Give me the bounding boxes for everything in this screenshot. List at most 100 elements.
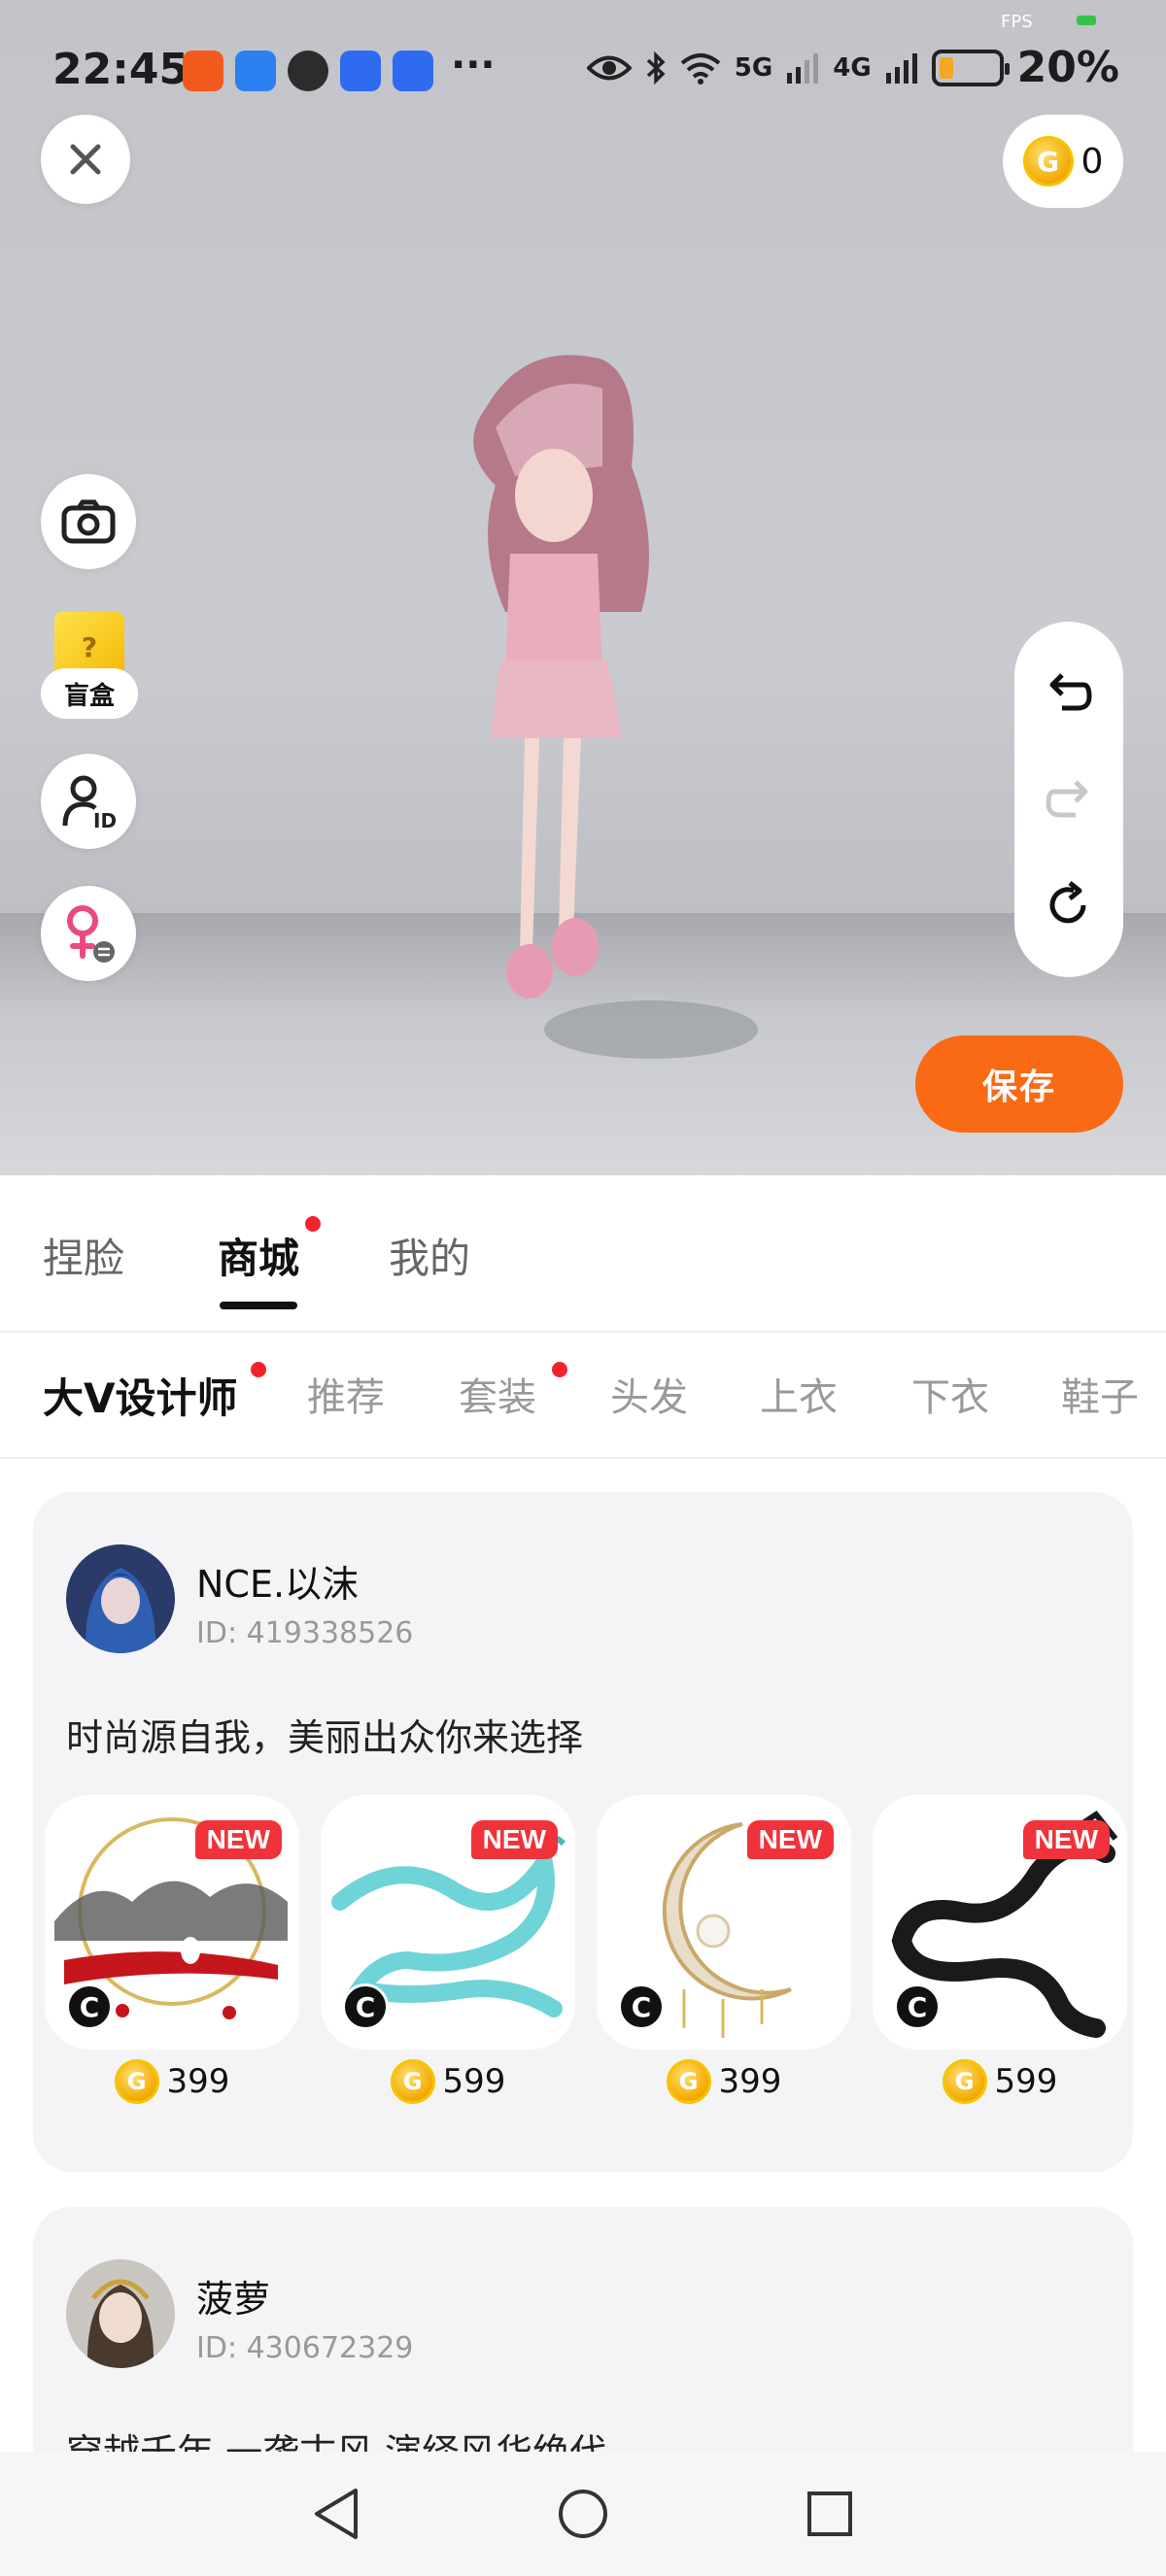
- recents-button[interactable]: [799, 2483, 861, 2545]
- category-tab-recommend[interactable]: 推荐: [307, 1366, 385, 1422]
- item-price-value: 599: [442, 2062, 506, 2101]
- category-tab-bar: 大V设计师 推荐 套装 头发 上衣 下衣 鞋子: [0, 1333, 1166, 1459]
- recents-square-icon: [807, 2491, 852, 2536]
- baidu-icon: [340, 51, 381, 91]
- redo-icon: [1046, 780, 1088, 818]
- new-badge: NEW: [470, 1820, 558, 1859]
- save-button[interactable]: 保存: [915, 1035, 1123, 1133]
- designer-avatar-image: [66, 1544, 175, 1653]
- coin-balance[interactable]: G 0: [1003, 115, 1123, 208]
- camera-button[interactable]: [41, 474, 136, 569]
- shop-item[interactable]: NEW C G 399: [45, 1795, 299, 2104]
- designer-name[interactable]: 菠萝: [196, 2269, 270, 2322]
- tab-face[interactable]: 捏脸: [43, 1226, 124, 1285]
- blind-box-button[interactable]: ? 盲盒: [41, 602, 138, 719]
- category-tab-shoes[interactable]: 鞋子: [1061, 1366, 1139, 1422]
- item-thumbnail: NEW C: [873, 1795, 1127, 2050]
- designer-tab-dot: [251, 1362, 266, 1377]
- refresh-icon: [1049, 881, 1086, 924]
- copyright-icon: C: [66, 1983, 113, 2030]
- notification-icons: [183, 51, 433, 91]
- copyright-icon: C: [342, 1983, 389, 2030]
- camera-icon: [61, 499, 116, 544]
- designer-card[interactable]: NCE.以沫 ID: 419338526 时尚源自我，美丽出众你来选择 NEW …: [33, 1492, 1133, 2172]
- blind-box-label: 盲盒: [41, 668, 138, 719]
- network-4g-label: 4G: [833, 52, 872, 83]
- copyright-icon: C: [618, 1983, 665, 2030]
- home-circle-icon: [559, 2490, 607, 2538]
- tab-shop[interactable]: 商城: [218, 1226, 299, 1285]
- status-time: 22:45: [52, 45, 189, 94]
- designer-description: 时尚源自我，美丽出众你来选择: [66, 1716, 584, 1759]
- eye-icon: [586, 55, 632, 80]
- designer-list[interactable]: NCE.以沫 ID: 419338526 时尚源自我，美丽出众你来选择 NEW …: [0, 1459, 1166, 2498]
- avatar-model[interactable]: [408, 350, 758, 1127]
- suit-tab-dot: [552, 1362, 567, 1377]
- item-thumbnail: NEW C: [45, 1795, 299, 2050]
- system-status: 5G 4G 20%: [586, 43, 1119, 92]
- avatar-viewport[interactable]: FPS 22:45 ··· 5G 4G 20% G 0 ? 盲盒 ID 保存: [0, 0, 1166, 1175]
- designer-id: ID: 430672329: [196, 2331, 414, 2365]
- edit-history-panel: [1014, 622, 1123, 977]
- wechat-icon: [288, 51, 328, 91]
- item-price-value: 599: [994, 2062, 1058, 2101]
- back-button[interactable]: [305, 2483, 367, 2545]
- battery-icon: [931, 49, 1010, 86]
- new-badge: NEW: [1022, 1820, 1110, 1859]
- reset-button[interactable]: [1040, 876, 1098, 934]
- designer-avatar[interactable]: [66, 1544, 175, 1653]
- coin-icon: G: [390, 2059, 435, 2104]
- category-tab-suit[interactable]: 套装: [459, 1366, 536, 1422]
- coin-icon: G: [114, 2059, 159, 2104]
- coin-icon: G: [942, 2059, 987, 2104]
- item-price-value: 399: [718, 2062, 782, 2101]
- item-price-value: 399: [166, 2062, 230, 2101]
- tab-mine[interactable]: 我的: [389, 1226, 470, 1285]
- fps-label: FPS: [1001, 12, 1033, 32]
- shop-item[interactable]: NEW C G 599: [321, 1795, 575, 2104]
- designer-avatar-image: [66, 2259, 175, 2368]
- item-thumbnail: NEW C: [321, 1795, 575, 2050]
- close-icon: [70, 144, 101, 175]
- item-price: G 399: [45, 2059, 299, 2104]
- designer-name[interactable]: NCE.以沫: [196, 1554, 359, 1608]
- back-triangle-icon: [315, 2489, 358, 2539]
- gender-switch-button[interactable]: [41, 886, 136, 981]
- wifi-icon: [680, 52, 721, 85]
- battery-percent: 20%: [1016, 43, 1119, 92]
- category-tab-hair[interactable]: 头发: [610, 1366, 688, 1422]
- female-icon: [67, 905, 115, 963]
- tab-shop-dot: [305, 1216, 321, 1232]
- avatar-id-button[interactable]: ID: [41, 754, 136, 849]
- more-notifications-icon: ···: [451, 43, 496, 87]
- redo-button[interactable]: [1040, 769, 1098, 828]
- undo-button[interactable]: [1040, 662, 1098, 721]
- system-navigation-bar: [0, 2452, 1166, 2576]
- coin-icon: G: [666, 2059, 711, 2104]
- item-price: G 599: [321, 2059, 575, 2104]
- home-button[interactable]: [552, 2483, 614, 2545]
- item-price: G 399: [597, 2059, 851, 2104]
- svg-text:ID: ID: [93, 809, 117, 830]
- item-row: NEW C G 399 NEW C G 599 NEW C G 399 NEW …: [45, 1795, 1133, 2104]
- active-tab-indicator: [220, 1302, 297, 1309]
- item-thumbnail: NEW C: [597, 1795, 851, 2050]
- category-tab-designer[interactable]: 大V设计师: [43, 1366, 238, 1425]
- designer-avatar[interactable]: [66, 2259, 175, 2368]
- baidu-icon-2: [393, 51, 433, 91]
- category-tab-top[interactable]: 上衣: [760, 1366, 838, 1422]
- shop-item[interactable]: NEW C G 399: [597, 1795, 851, 2104]
- coin-balance-value: 0: [1080, 141, 1104, 182]
- copyright-icon: C: [894, 1983, 941, 2030]
- undo-icon: [1049, 673, 1092, 711]
- shopping-app-icon: [183, 51, 223, 91]
- fps-indicator: [1077, 16, 1096, 25]
- browser-app-icon: [235, 51, 276, 91]
- shop-item[interactable]: NEW C G 599: [873, 1795, 1127, 2104]
- new-badge: NEW: [194, 1820, 282, 1859]
- category-tab-bottom[interactable]: 下衣: [911, 1366, 989, 1422]
- bluetooth-icon: [646, 51, 666, 85]
- new-badge: NEW: [746, 1820, 834, 1859]
- item-price: G 599: [873, 2059, 1127, 2104]
- close-button[interactable]: [41, 115, 130, 204]
